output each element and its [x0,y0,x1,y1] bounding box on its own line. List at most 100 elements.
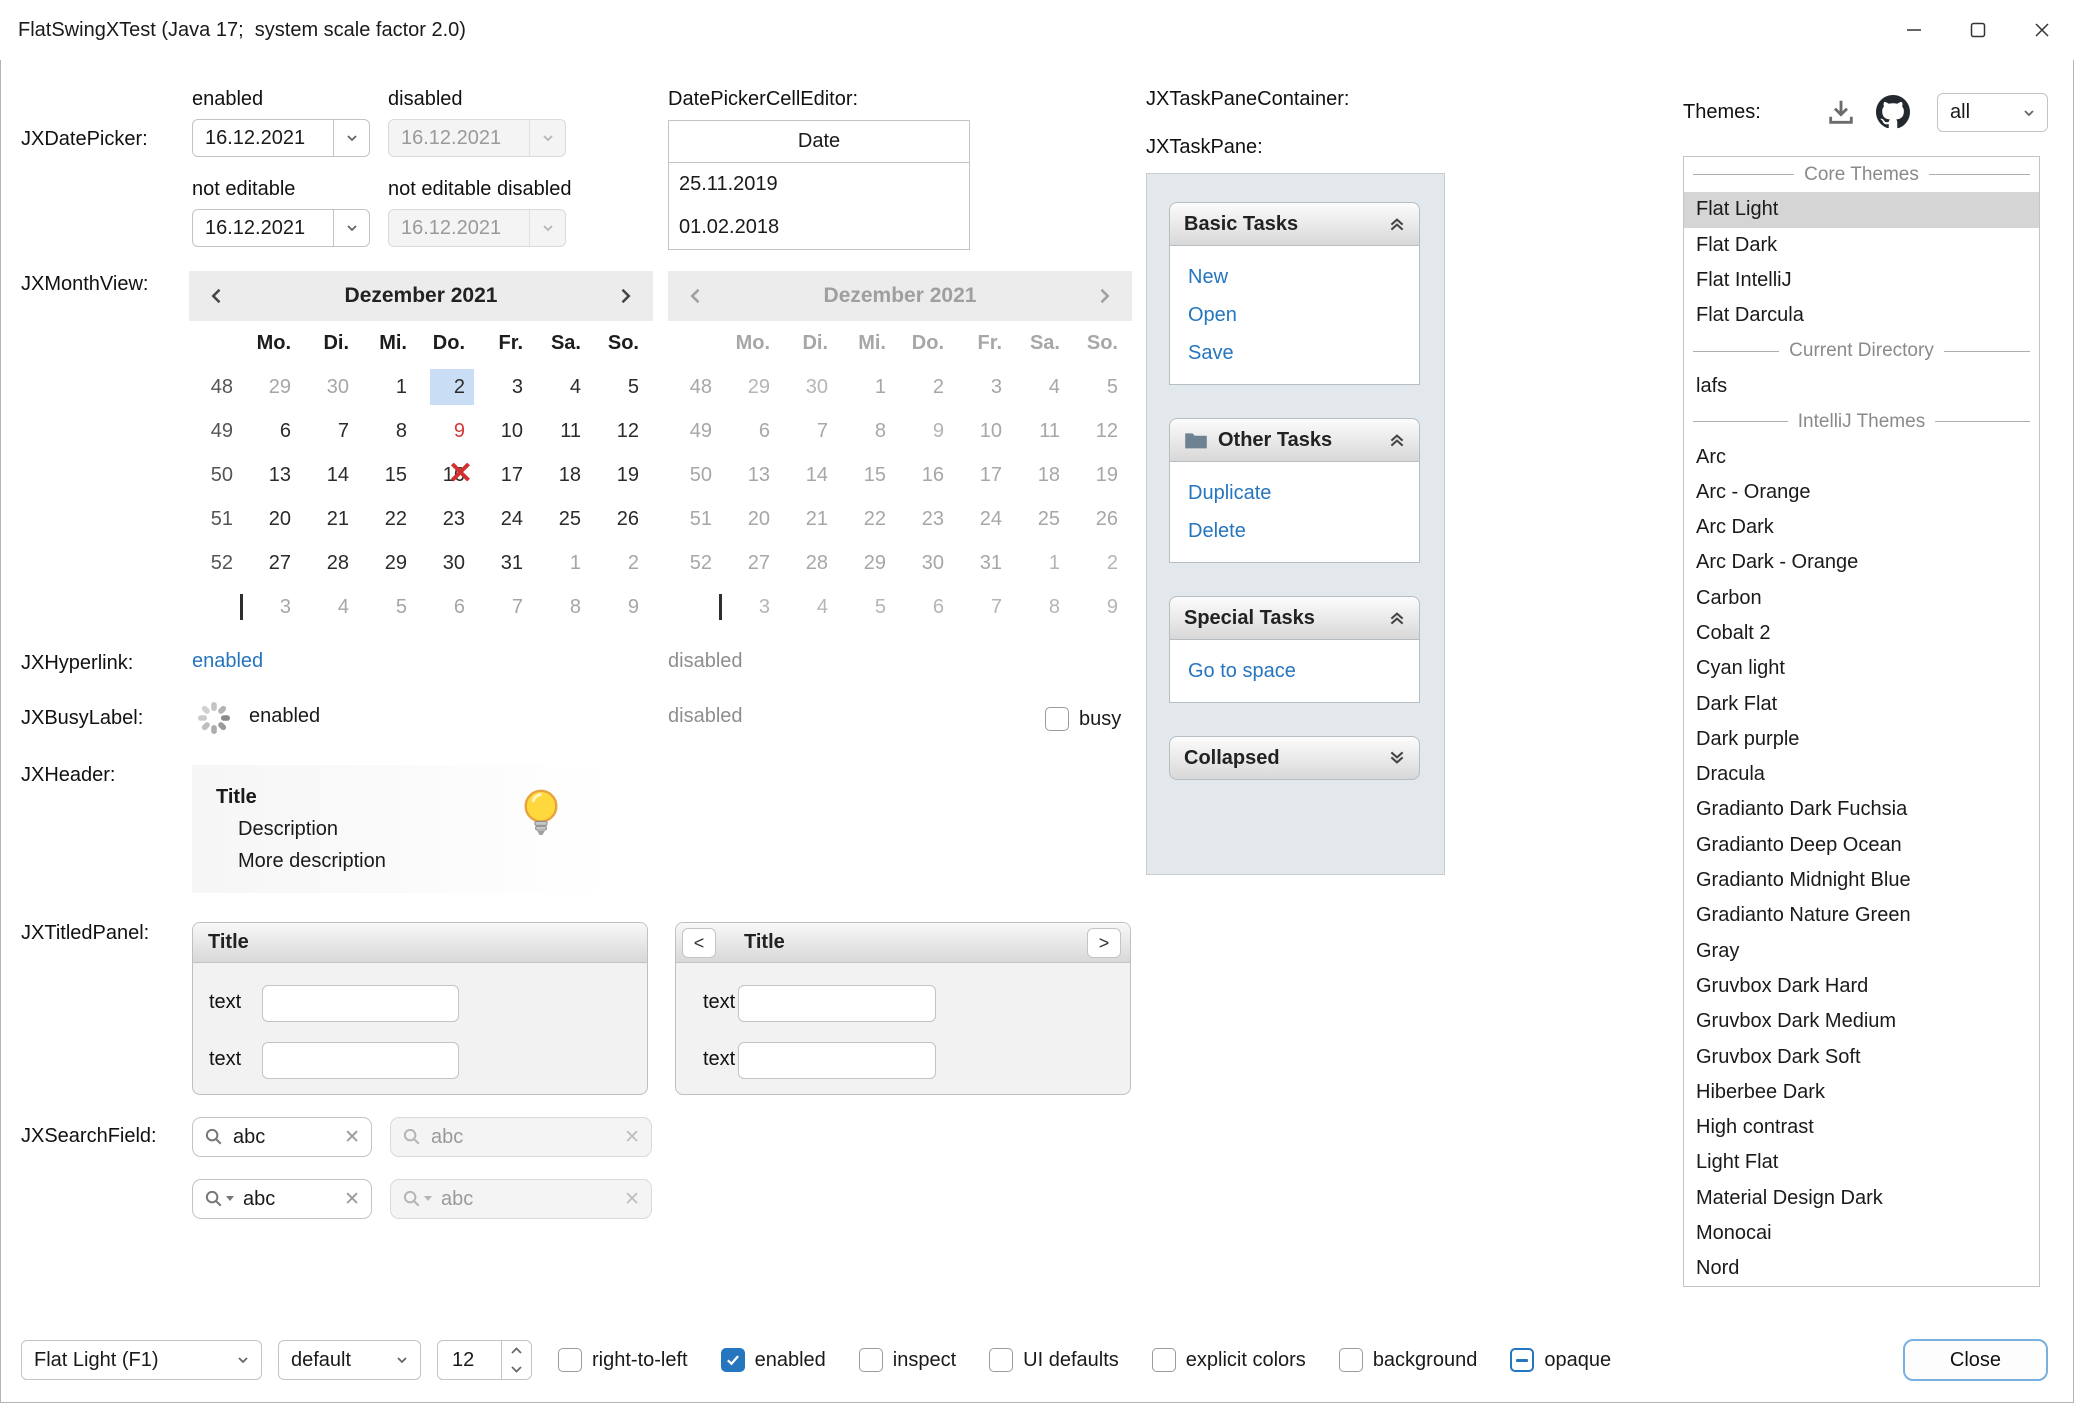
task-pane-header[interactable]: Collapsed [1169,736,1420,780]
calendar-day[interactable]: 13 [247,453,305,497]
theme-item[interactable]: Dark Flat [1684,686,2039,721]
theme-item[interactable]: Arc Dark - Orange [1684,545,2039,580]
theme-list[interactable]: Core ThemesFlat LightFlat DarkFlat Intel… [1683,156,2040,1287]
checkbox-ui-defaults[interactable]: UI defaults [989,1348,1119,1372]
collapse-icon[interactable] [1387,608,1407,628]
panel-prev-button[interactable]: < [682,928,716,958]
calendar-day[interactable]: 28 [305,541,363,585]
calendar-day[interactable]: 15 [363,453,421,497]
checkbox-enabled[interactable]: enabled [721,1348,826,1372]
checkbox-box[interactable] [859,1348,883,1372]
close-window-button[interactable] [2010,0,2074,60]
checkbox-box[interactable] [1339,1348,1363,1372]
calendar-day[interactable]: 30 [421,541,479,585]
spinner-up-button[interactable] [502,1341,531,1360]
datepicker-not-editable[interactable]: 16.12.2021 [192,209,370,247]
calendar-day[interactable]: 19 [595,453,653,497]
theme-item[interactable]: Gruvbox Dark Soft [1684,1039,2039,1074]
next-month-button[interactable] [615,286,635,306]
theme-item[interactable]: Gradianto Deep Ocean [1684,828,2039,863]
task-link[interactable]: New [1188,258,1401,296]
calendar-day[interactable]: 7 [479,585,537,629]
font-combo[interactable]: default [278,1340,421,1380]
calendar-day[interactable]: 1 [363,365,421,409]
calendar-day[interactable]: 26 [595,497,653,541]
table-row[interactable]: 25.11.2019 [669,163,969,206]
task-link[interactable]: Go to space [1188,652,1401,690]
clear-icon[interactable]: ✕ [344,1188,360,1211]
text-input[interactable] [738,985,936,1022]
calendar-day[interactable]: 9 [595,585,653,629]
theme-item[interactable]: Flat IntelliJ [1684,263,2039,298]
theme-item[interactable]: Flat Light [1684,192,2039,227]
title-bar[interactable]: FlatSwingXTest (Java 17; system scale fa… [0,0,2074,60]
panel-next-button[interactable]: > [1087,928,1121,958]
task-link[interactable]: Save [1188,334,1401,372]
calendar-day[interactable]: 23 [421,497,479,541]
task-link[interactable]: Open [1188,296,1401,334]
task-pane-header[interactable]: Other Tasks [1169,418,1420,462]
collapse-icon[interactable] [1387,214,1407,234]
calendar-day[interactable]: 12 [595,409,653,453]
calendar-day[interactable]: 6 [421,585,479,629]
calendar-day[interactable]: 31 [479,541,537,585]
theme-item[interactable]: Gradianto Midnight Blue [1684,863,2039,898]
theme-item[interactable]: Monocai [1684,1216,2039,1251]
font-size-spinner[interactable]: 12 [437,1340,532,1380]
calendar-day[interactable]: 4 [537,365,595,409]
search-value[interactable]: abc [233,1126,335,1149]
checkbox-right-to-left[interactable]: right-to-left [558,1348,688,1372]
checkbox-opaque[interactable]: opaque [1510,1348,1611,1372]
calendar-day[interactable]: 25 [537,497,595,541]
theme-item[interactable]: Arc Dark [1684,510,2039,545]
spinner-value[interactable]: 12 [438,1341,501,1379]
calendar-day[interactable]: 10 [479,409,537,453]
task-link[interactable]: Delete [1188,512,1401,550]
calendar-day[interactable]: 5 [363,585,421,629]
download-icon[interactable] [1826,97,1856,133]
theme-item[interactable]: Gradianto Dark Fuchsia [1684,792,2039,827]
datepicker-enabled[interactable]: 16.12.2021 [192,119,370,157]
calendar-day[interactable]: 4 [305,585,363,629]
calendar-dropdown-button[interactable] [333,120,369,156]
minimize-button[interactable] [1882,0,1946,60]
clear-icon[interactable]: ✕ [344,1126,360,1149]
search-field-enabled[interactable]: abc ✕ [192,1117,372,1157]
calendar-day[interactable]: 1 [537,541,595,585]
calendar-day[interactable]: 9 [421,409,479,453]
theme-item[interactable]: Cobalt 2 [1684,616,2039,651]
checkbox-explicit-colors[interactable]: explicit colors [1152,1348,1306,1372]
task-pane-header[interactable]: Special Tasks [1169,596,1420,640]
theme-item[interactable]: Gray [1684,934,2039,969]
calendar-day[interactable]: 2 [595,541,653,585]
search-value[interactable]: abc [243,1188,335,1211]
calendar-day[interactable]: 5 [595,365,653,409]
calendar-day[interactable]: 2 [421,365,479,409]
theme-item[interactable]: Dracula [1684,757,2039,792]
checkbox-box[interactable] [721,1348,745,1372]
search-menu-icon[interactable] [204,1189,234,1209]
checkbox-box[interactable] [1152,1348,1176,1372]
calendar-day[interactable]: 18 [537,453,595,497]
checkbox-box[interactable] [1045,707,1069,731]
calendar-day[interactable]: 3 [479,365,537,409]
text-input[interactable] [262,985,459,1022]
prev-month-button[interactable] [207,286,227,306]
table-row[interactable]: 01.02.2018 [669,206,969,249]
maximize-button[interactable] [1946,0,2010,60]
hyperlink-enabled[interactable]: enabled [192,650,263,673]
checkbox-box[interactable] [558,1348,582,1372]
text-input[interactable] [262,1042,459,1079]
calendar-day[interactable]: 16 [421,453,479,497]
theme-item[interactable]: Carbon [1684,581,2039,616]
calendar-day[interactable]: 27 [247,541,305,585]
calendar-day[interactable]: 30 [305,365,363,409]
theme-item[interactable]: Hiberbee Dark [1684,1075,2039,1110]
calendar-day[interactable]: 29 [247,365,305,409]
collapse-icon[interactable] [1387,430,1407,450]
calendar-day[interactable]: 22 [363,497,421,541]
theme-item[interactable]: Arc - Orange [1684,475,2039,510]
search-field-with-menu[interactable]: abc ✕ [192,1179,372,1219]
date-value[interactable]: 16.12.2021 [193,127,333,150]
theme-item[interactable]: Arc [1684,439,2039,474]
